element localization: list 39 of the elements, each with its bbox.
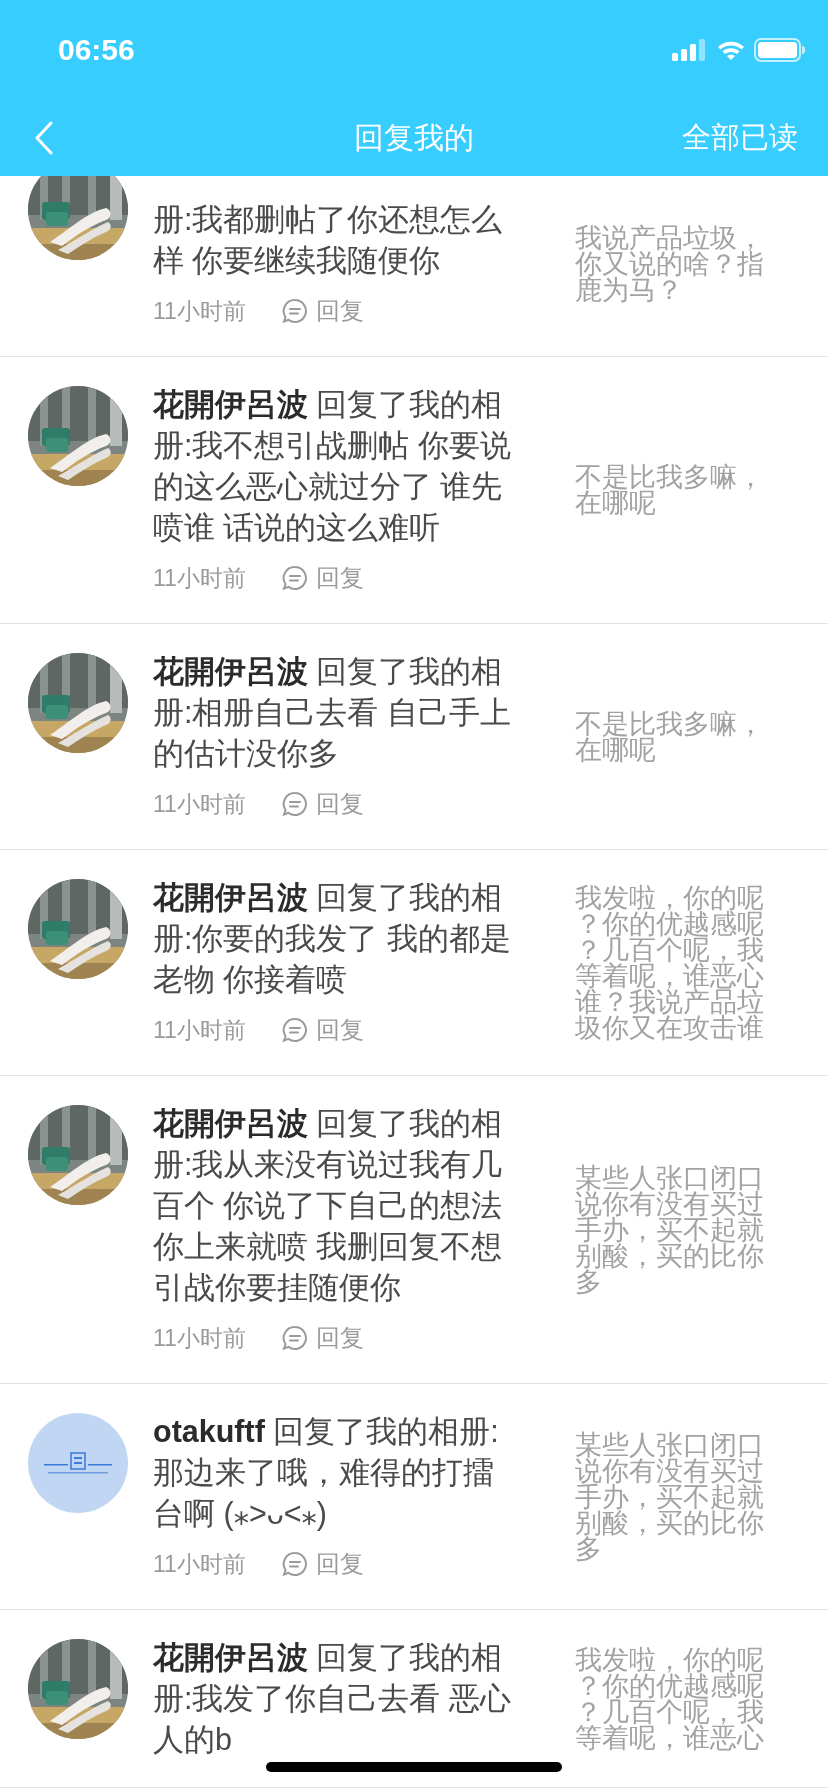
reply-message: 花開伊呂波 回复了我的相册:我从来没有说过我有几百个 你说了下自己的想法你上来就喷 我删回复不想引战你要挂随便你 (153, 1105, 504, 1306)
reply-time: 11小时前 (153, 1323, 246, 1353)
quoted-comment: 不是比我多嘛，在哪呢 (575, 710, 765, 763)
quoted-comment: 某些人张口闭口说你有没有买过手办，买不起就别酸，买的比你多 (575, 1164, 765, 1295)
reply-button[interactable]: 回复 (281, 1548, 364, 1580)
wifi-icon (716, 39, 746, 61)
comment-icon (281, 565, 308, 591)
reply-time: 11小时前 (153, 563, 246, 593)
quoted-comment: 我说产品垃圾，你又说的啥？指鹿为马？ (575, 225, 765, 303)
reply-button[interactable]: 回复 (281, 295, 364, 327)
quoted-comment: 不是比我多嘛，在哪呢 (575, 464, 765, 516)
reply-button[interactable]: 回复 (281, 1014, 364, 1046)
quoted-comment: 我发啦，你的呢？你的优越感呢？几百个呢，我等着呢，谁恶心谁？我说产品垃圾你又在攻击谁 (575, 884, 765, 1041)
reply-message: 花開伊呂波 回复了我的相册:我不想引战删帖 你要说的这么恶心就过分了 谁先喷谁 话说的这么难听 (153, 386, 512, 546)
comment-icon (281, 1325, 308, 1351)
signal-icon (672, 39, 708, 61)
quoted-comment: 某些人张口闭口说你有没有买过手办，买不起就别酸，买的比你多 (575, 1431, 765, 1562)
reply-button[interactable]: 回复 (281, 562, 364, 594)
reply-button[interactable]: 回复 (281, 788, 364, 820)
mark-all-read-button[interactable]: 全部已读 (682, 118, 798, 158)
reply-message: otakuftf 回复了我的相册:那边来了哦，难得的打擂台啊 (⁎˃ᴗ˂⁎) (153, 1413, 500, 1533)
status-time: 06:56 (58, 33, 135, 67)
reply-time: 11小时前 (153, 296, 246, 326)
page-title: 回复我的 (354, 120, 474, 154)
reply-message: 册:我都删帖了你还想怎么样 你要继续我随便你 (153, 201, 504, 279)
back-icon (34, 121, 54, 155)
comment-icon (281, 298, 308, 324)
quoted-comment: 我发啦，你的呢？你的优越感呢？几百个呢，我等着呢，谁恶心 (575, 1646, 765, 1751)
reply-time: 11小时前 (153, 1549, 246, 1579)
comment-icon (281, 1551, 308, 1577)
reply-button[interactable]: 回复 (281, 1322, 364, 1354)
reply-time: 11小时前 (153, 1015, 246, 1045)
comment-icon (281, 1017, 308, 1043)
reply-message: 花開伊呂波 回复了我的相册:你要的我发了 我的都是老物 你接着喷 (153, 879, 512, 998)
comment-icon (281, 791, 308, 817)
reply-message: 花開伊呂波 回复了我的相册:相册自己去看 自己手上的估计没你多 (153, 653, 512, 772)
reply-time: 11小时前 (153, 789, 246, 819)
battery-icon (754, 38, 806, 62)
reply-message: 花開伊呂波 回复了我的相册:我发了你自己去看 恶心人的b (153, 1639, 512, 1758)
